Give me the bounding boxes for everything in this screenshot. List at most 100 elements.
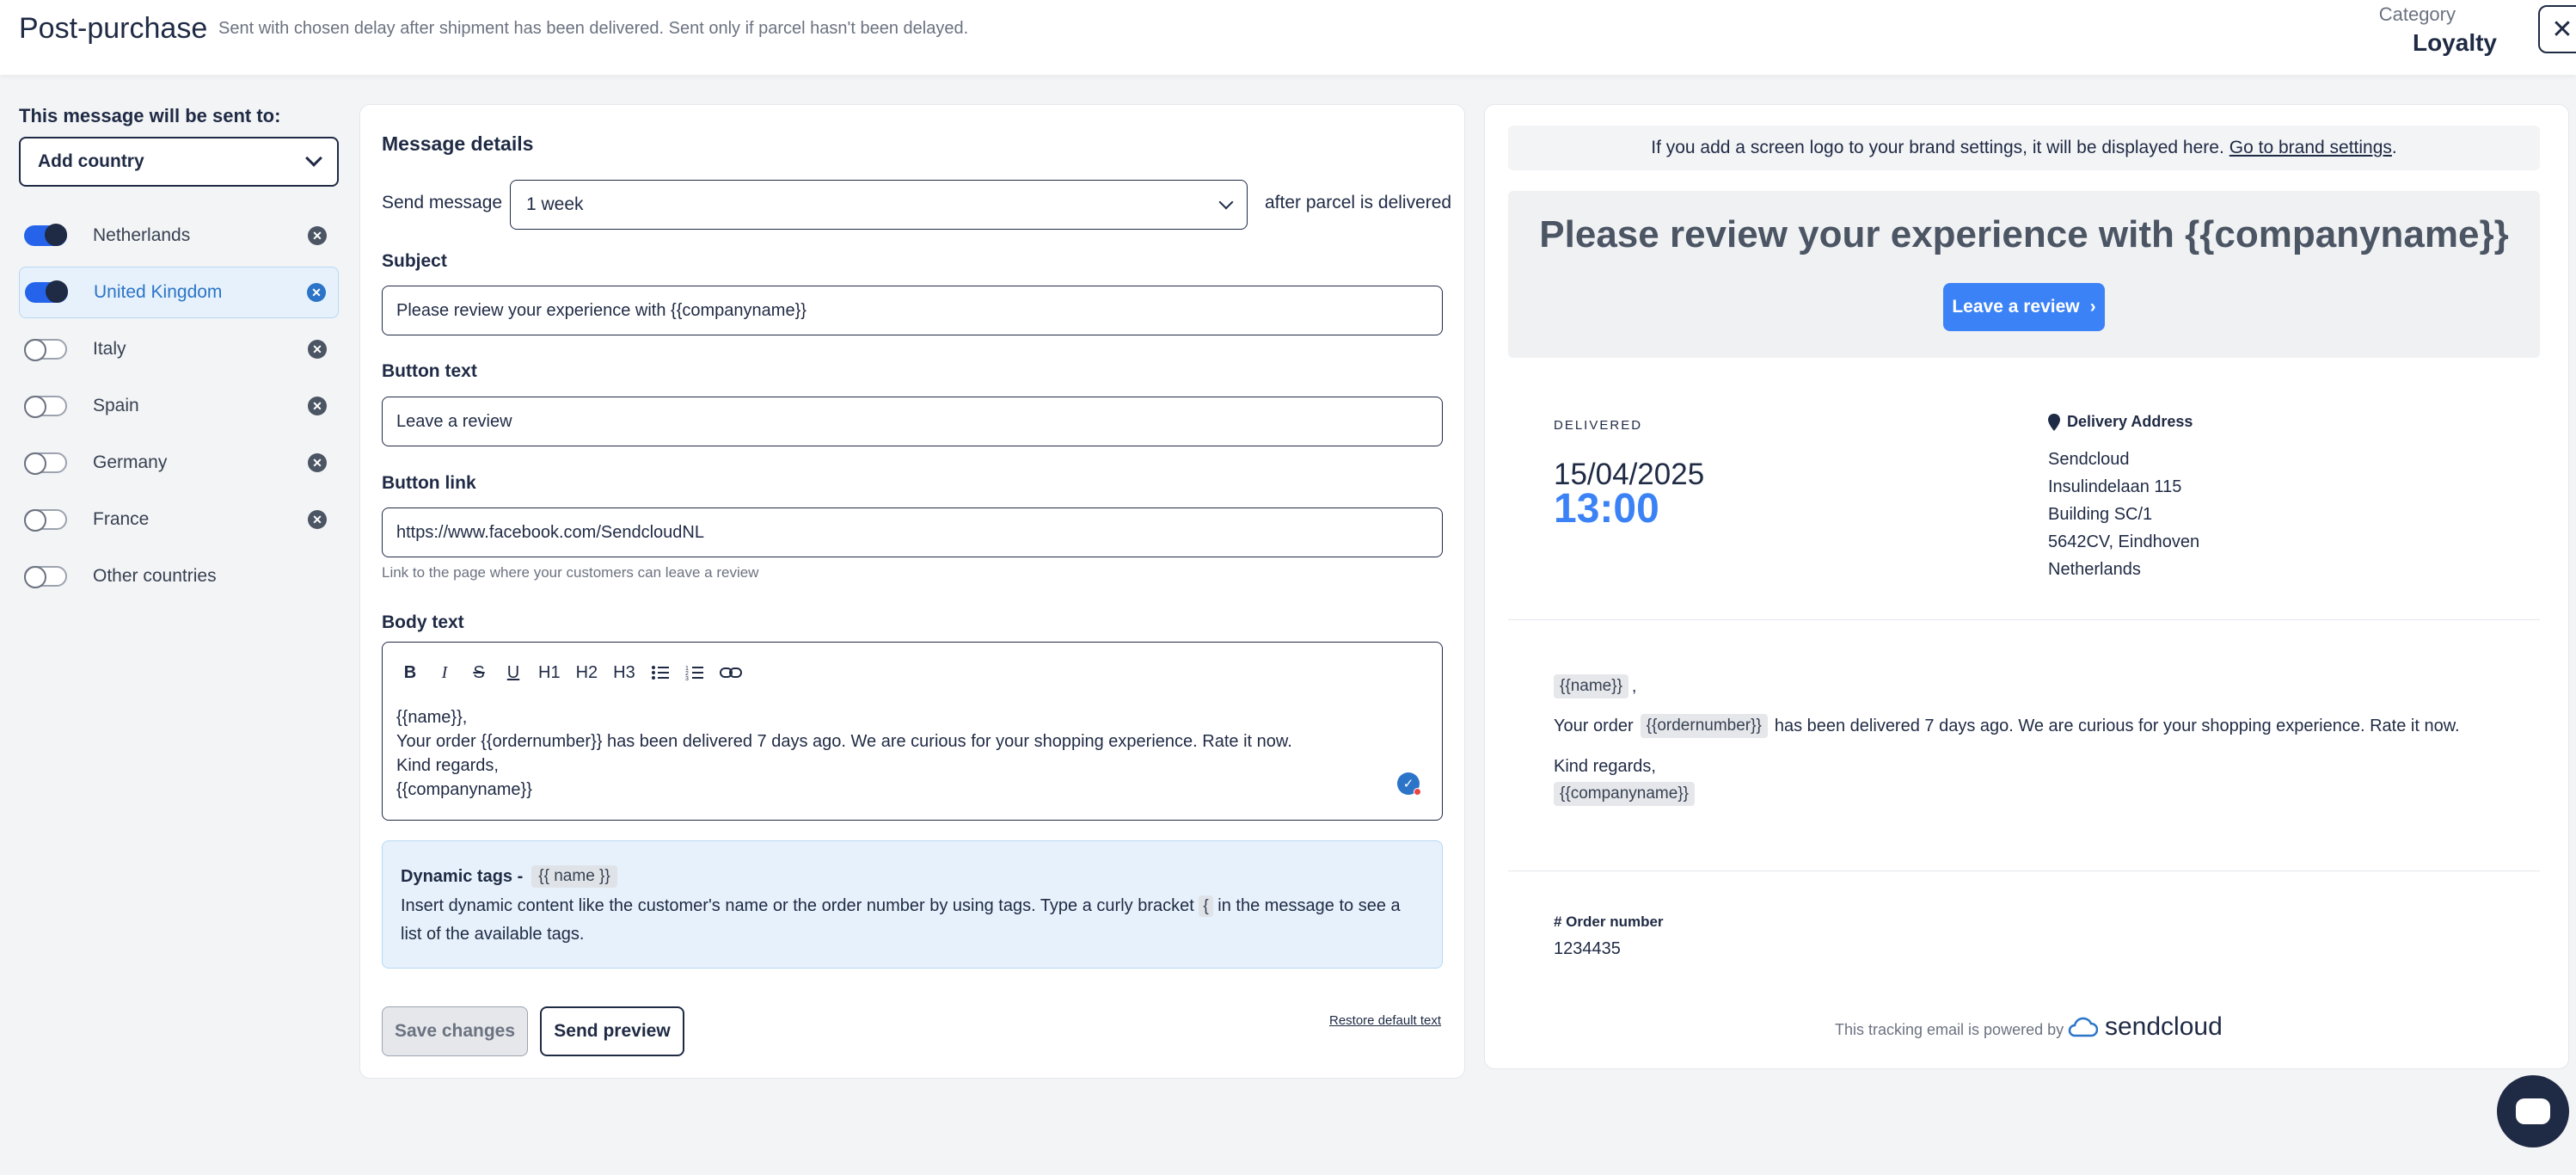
dynamic-tags-text: Insert dynamic content like the customer…	[401, 892, 1424, 948]
brand-name: sendcloud	[2105, 1012, 2223, 1041]
curly-bracket-chip: {	[1199, 895, 1213, 917]
country-row-italy[interactable]: Italy ✕	[19, 323, 339, 375]
subject-input[interactable]: Please review your experience with {{com…	[382, 286, 1443, 335]
remove-country-icon[interactable]: ✕	[308, 453, 327, 472]
button-link-hint: Link to the page where your customers ca…	[382, 564, 759, 581]
underline-icon[interactable]: U	[504, 661, 523, 685]
button-text-label: Button text	[382, 361, 477, 381]
delivery-address: Sendcloud Insulindelaan 115 Building SC/…	[2048, 446, 2199, 583]
country-row-spain[interactable]: Spain ✕	[19, 380, 339, 432]
preview-greeting: {{name}} ,	[1554, 674, 1636, 698]
heading2-button[interactable]: H2	[576, 661, 598, 685]
remove-country-icon[interactable]: ✕	[308, 340, 327, 359]
country-toggle[interactable]	[24, 566, 67, 588]
chevron-right-icon: ›	[2089, 297, 2096, 317]
logo-notice-text: If you add a screen logo to your brand s…	[1651, 138, 2224, 157]
save-changes-button[interactable]: Save changes	[382, 1006, 528, 1056]
country-row-other[interactable]: Other countries	[19, 551, 339, 602]
heading3-button[interactable]: H3	[613, 661, 635, 685]
delay-select[interactable]: 1 week	[510, 180, 1248, 230]
preview-review-button-label: Leave a review	[1952, 297, 2080, 317]
bullet-list-icon[interactable]	[651, 661, 670, 685]
country-toggle[interactable]	[24, 452, 67, 475]
country-toggle[interactable]	[24, 396, 67, 418]
address-line: 5642CV, Eindhoven	[2048, 532, 2200, 551]
delivery-address-title: Delivery Address	[2048, 413, 2193, 431]
close-button[interactable]: ✕	[2538, 5, 2576, 53]
country-label: Italy	[93, 339, 126, 359]
delay-value: 1 week	[526, 194, 584, 214]
country-row-france[interactable]: France ✕	[19, 494, 339, 545]
logo-notice-period: .	[2391, 138, 2397, 157]
svg-text:3: 3	[685, 676, 689, 681]
strikethrough-icon[interactable]: S	[469, 661, 488, 685]
preview-company: {{companyname}}	[1554, 782, 1696, 806]
brand-settings-link[interactable]: Go to brand settings	[2229, 138, 2392, 158]
dynamic-tag-chip: {{ name }}	[531, 865, 617, 888]
country-toggle[interactable]	[25, 280, 68, 303]
italic-icon[interactable]: I	[435, 661, 454, 685]
preview-order-line: Your order {{ordernumber}} has been deli…	[1554, 714, 2460, 738]
subject-label: Subject	[382, 251, 447, 271]
country-row-germany[interactable]: Germany ✕	[19, 437, 339, 489]
country-toggle[interactable]	[24, 224, 67, 246]
preview-review-button[interactable]: Leave a review ›	[1943, 283, 2105, 331]
greeting-comma: ,	[1631, 676, 1637, 696]
country-label: Netherlands	[93, 225, 191, 245]
country-row-united-kingdom[interactable]: United Kingdom ✕	[19, 267, 339, 318]
link-icon[interactable]	[719, 661, 742, 685]
delivered-time: 13:00	[1554, 486, 1659, 532]
address-line: Netherlands	[2048, 560, 2141, 579]
restore-default-link[interactable]: Restore default text	[1329, 1013, 1441, 1028]
order-number-value: 1234435	[1554, 939, 1621, 958]
dynamic-tags-text-a: Insert dynamic content like the customer…	[401, 896, 1194, 915]
remove-country-icon[interactable]: ✕	[307, 283, 326, 302]
country-label: France	[93, 509, 150, 529]
address-line: Building SC/1	[2048, 505, 2153, 524]
delivered-label: DELIVERED	[1554, 418, 1643, 433]
chat-support-button[interactable]	[2497, 1075, 2569, 1147]
preview-divider	[1508, 619, 2540, 620]
remove-country-icon[interactable]: ✕	[308, 226, 327, 245]
bold-icon[interactable]: B	[401, 661, 420, 685]
powered-by-text: This tracking email is powered by	[1835, 1021, 2064, 1038]
chevron-down-icon	[305, 150, 322, 167]
add-country-select[interactable]: Add country	[19, 137, 339, 187]
preview-divider	[1508, 870, 2540, 871]
editor-toolbar: B I S U H1 H2 H3 123	[401, 661, 742, 685]
country-label: Spain	[93, 396, 139, 415]
country-label: Germany	[93, 452, 168, 472]
dynamic-tags-heading: Dynamic tags -	[401, 866, 524, 886]
preview-hero-title: Please review your experience with {{com…	[1539, 213, 2509, 255]
category-label: Category	[2378, 3, 2456, 25]
sendcloud-logo: sendcloud	[2067, 1012, 2223, 1042]
button-text-input[interactable]: Leave a review	[382, 397, 1443, 446]
chevron-down-icon	[1218, 194, 1234, 210]
button-link-input[interactable]: https://www.facebook.com/SendcloudNL	[382, 508, 1443, 557]
ordernumber-tag: {{ordernumber}}	[1640, 714, 1768, 738]
numbered-list-icon[interactable]: 123	[685, 661, 704, 685]
logo-notice: If you add a screen logo to your brand s…	[1508, 126, 2540, 170]
country-toggle[interactable]	[24, 339, 67, 361]
order-number-label: # Order number	[1554, 914, 1664, 930]
country-label: United Kingdom	[94, 282, 223, 302]
send-message-label: Send message	[382, 193, 503, 212]
name-tag: {{name}}	[1554, 674, 1628, 698]
send-preview-button[interactable]: Send preview	[540, 1006, 684, 1056]
page-subtitle: Sent with chosen delay after shipment ha…	[218, 19, 969, 38]
heading1-button[interactable]: H1	[538, 661, 561, 685]
remove-country-icon[interactable]: ✕	[308, 510, 327, 529]
delivery-address-label: Delivery Address	[2067, 413, 2193, 430]
country-row-netherlands[interactable]: Netherlands ✕	[19, 210, 339, 261]
country-toggle[interactable]	[24, 509, 67, 532]
location-pin-icon	[2048, 413, 2060, 431]
address-line: Sendcloud	[2048, 450, 2130, 469]
page-title: Post-purchase	[19, 12, 208, 45]
body-text-content[interactable]: {{name}}, Your order {{ordernumber}} has…	[396, 705, 1292, 802]
preview-regards: Kind regards,	[1554, 757, 1656, 776]
companyname-tag: {{companyname}}	[1554, 782, 1696, 806]
category-value: Loyalty	[2412, 29, 2497, 56]
order-line-suffix: has been delivered 7 days ago. We are cu…	[1774, 716, 2460, 735]
after-delivery-label: after parcel is delivered	[1265, 193, 1452, 212]
remove-country-icon[interactable]: ✕	[308, 397, 327, 415]
